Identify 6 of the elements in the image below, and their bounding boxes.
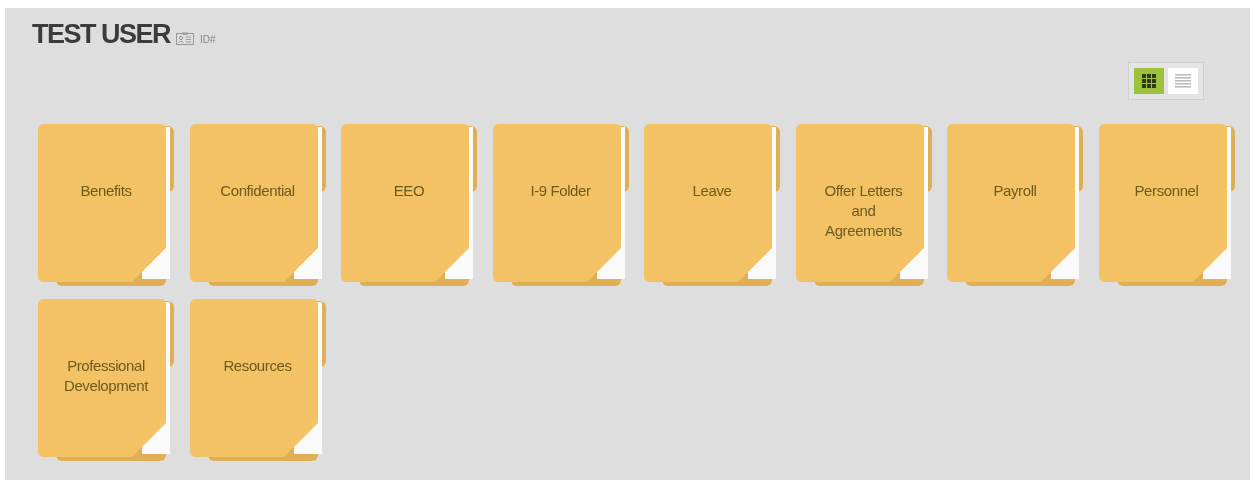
grid-view-button[interactable] (1134, 68, 1164, 94)
grid-view-icon (1142, 74, 1156, 88)
id-card-icon (176, 32, 195, 45)
user-name-title: TEST USER (32, 18, 171, 50)
id-label: ID# (200, 34, 216, 45)
list-view-icon (1175, 74, 1191, 88)
